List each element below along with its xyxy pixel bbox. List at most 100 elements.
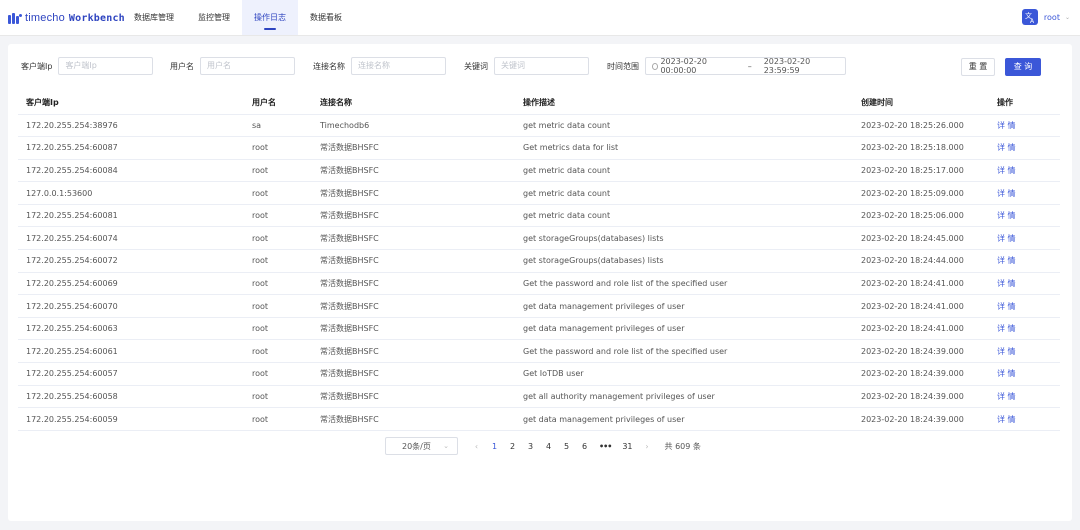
connection-input[interactable]: 连接名称 [351,57,446,75]
cell-client-ip: 172.20.255.254:60087 [18,136,244,160]
details-link[interactable]: 详 情 [989,136,1060,160]
cell-description: get storageGroups(databases) lists [515,249,853,273]
timecho-logo-icon [8,12,22,24]
client-ip-label: 客户端Ip [21,61,53,71]
cell-username: root [244,249,312,273]
details-link[interactable]: 详 情 [989,385,1060,409]
clock-icon [652,62,659,70]
cell-client-ip: 172.20.255.254:38976 [18,114,244,138]
more-pages-icon[interactable]: ••• [599,442,612,451]
cell-connection: 常活数据BHSFC [312,159,515,183]
table-row: 172.20.255.254:60081 root 常活数据BHSFC get met… [18,204,1060,228]
time-range-picker[interactable]: 2023-02-20 00:00:00 – 2023-02-20 23:59:5… [645,57,846,75]
cell-description: Get metrics data for list [515,136,853,160]
main-nav: 数据库管理 监控管理 操作日志 数据看板 [122,0,354,35]
table-row: 172.20.255.254:60057 root 常活数据BHSFC Get IoT… [18,362,1060,386]
chevron-down-icon: ⌄ [1064,13,1070,21]
cell-created-time: 2023-02-20 18:24:41.000 [853,294,989,318]
chevron-down-icon: ⌄ [443,442,449,450]
user-menu[interactable]: 文 A root ⌄ [1021,9,1070,25]
page-3[interactable]: 3 [527,442,534,451]
cell-username: root [244,294,312,318]
cell-username: root [244,204,312,228]
cell-connection: 常活数据BHSFC [312,181,515,205]
table-row: 127.0.0.1:53600 root 常活数据BHSFC get metric d… [18,181,1060,205]
keyword-input[interactable]: 关键词 [494,57,589,75]
username-input[interactable]: 用户名 [200,57,295,75]
nav-item-operation-log[interactable]: 操作日志 [242,0,298,35]
query-button[interactable]: 查 询 [1005,58,1041,76]
details-link[interactable]: 详 情 [989,249,1060,273]
cell-username: root [244,317,312,341]
client-ip-input[interactable]: 客户端Ip [58,57,154,75]
time-range-separator: – [747,61,752,71]
details-link[interactable]: 详 情 [989,114,1060,138]
cell-client-ip: 172.20.255.254:60061 [18,339,244,364]
reset-button[interactable]: 重 置 [961,58,995,76]
keyword-filter: 关键词 关键词 [464,57,589,75]
page-2[interactable]: 2 [509,442,516,451]
details-link[interactable]: 详 情 [989,204,1060,228]
operation-log-card: 客户端Ip 客户端Ip 用户名 用户名 连接名称 连接名称 关键词 关键词 时间… [8,44,1072,521]
cell-username: root [244,272,312,296]
cell-username: root [244,159,312,183]
page-1[interactable]: 1 [491,442,498,451]
time-range-filter: 时间范围 2023-02-20 00:00:00 – 2023-02-20 23… [607,57,846,75]
cell-username: root [244,339,312,364]
app-logo[interactable]: timecho Workbench [8,11,125,25]
cell-connection: Timechodb6 [312,114,515,138]
table-row: 172.20.255.254:38976 sa Timechodb6 get metr… [18,114,1060,138]
details-link[interactable]: 详 情 [989,159,1060,183]
user-name: root [1043,12,1060,22]
page-4[interactable]: 4 [545,442,552,451]
table-row: 172.20.255.254:60072 root 常活数据BHSFC get sto… [18,249,1060,273]
cell-description: get data management privileges of user [515,294,853,318]
details-link[interactable]: 详 情 [989,272,1060,296]
connection-label: 连接名称 [313,61,345,71]
nav-item-dashboard[interactable]: 数据看板 [298,0,354,35]
cell-created-time: 2023-02-20 18:24:39.000 [853,339,989,364]
chevron-right-icon[interactable]: › [644,442,651,451]
page-6[interactable]: 6 [581,442,588,451]
nav-item-monitoring[interactable]: 监控管理 [186,0,242,35]
chevron-left-icon[interactable]: ‹ [473,442,480,451]
time-range-end: 2023-02-20 23:59:59 [763,57,811,75]
cell-username: sa [244,114,312,138]
details-link[interactable]: 详 情 [989,181,1060,205]
cell-description: get metric data count [515,114,853,138]
cell-connection: 常活数据BHSFC [312,136,515,160]
details-link[interactable]: 详 情 [989,226,1060,251]
cell-description: Get the password and role list of the sp… [515,339,853,364]
cell-created-time: 2023-02-20 18:24:39.000 [853,385,989,409]
details-link[interactable]: 详 情 [989,294,1060,318]
cell-description: Get the password and role list of the sp… [515,272,853,296]
cell-connection: 常活数据BHSFC [312,272,515,296]
cell-description: Get IoTDB user [515,362,853,386]
cell-created-time: 2023-02-20 18:24:41.000 [853,272,989,296]
column-header-username: 用户名 [244,92,312,115]
brand-name: timecho Workbench [25,12,125,24]
cell-connection: 常活数据BHSFC [312,204,515,228]
details-link[interactable]: 详 情 [989,317,1060,341]
nav-item-database-management[interactable]: 数据库管理 [122,0,186,35]
details-link[interactable]: 详 情 [989,362,1060,386]
cell-connection: 常活数据BHSFC [312,362,515,386]
table-header-row: 客户端Ip 用户名 连接名称 操作描述 创建时间 操作 [18,92,1060,115]
cell-description: get metric data count [515,204,853,228]
translate-icon: 文 A [1021,9,1038,25]
page-last[interactable]: 31 [622,442,632,451]
column-header-client-ip: 客户端Ip [18,92,244,115]
cell-client-ip: 172.20.255.254:60081 [18,204,244,228]
table-row: 172.20.255.254:60058 root 常活数据BHSFC get all… [18,385,1060,409]
cell-connection: 常活数据BHSFC [312,407,515,431]
page-5[interactable]: 5 [563,442,570,451]
table-row: 172.20.255.254:60084 root 常活数据BHSFC get met… [18,159,1060,183]
cell-username: root [244,136,312,160]
total-count: 共 609 条 [664,441,701,451]
cell-description: get all authority management privileges … [515,385,853,409]
details-link[interactable]: 详 情 [989,339,1060,364]
details-link[interactable]: 详 情 [989,407,1060,431]
page-size-select[interactable]: 20条/页 ⌄ [385,437,458,455]
cell-created-time: 2023-02-20 18:25:26.000 [853,114,989,138]
username-filter: 用户名 用户名 [170,57,295,75]
